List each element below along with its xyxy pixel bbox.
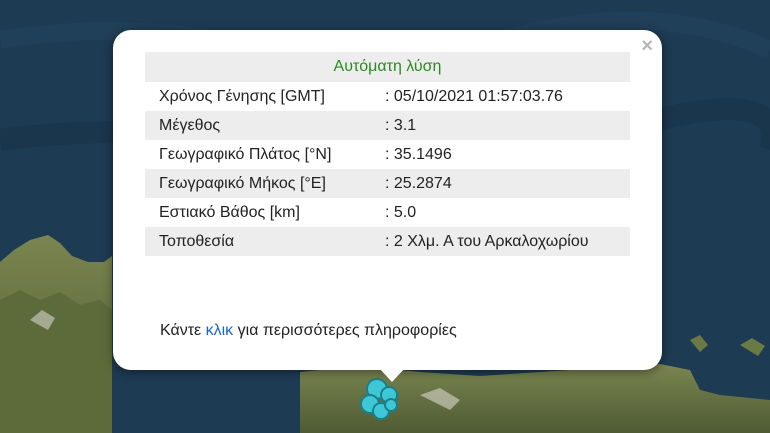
footer-suffix: για περισσότερες πληροφορίες [233,322,457,339]
popup-pointer [379,368,405,382]
table-row: Τοποθεσία : 2 Χλμ. Α του Αρκαλοχωρίου [145,227,630,256]
table-row: Γεωγραφικό Πλάτος [°N] : 35.1496 [145,140,630,169]
origin-time-value: : 05/10/2021 01:57:03.76 [385,88,563,105]
more-info-text: Κάντε κλικ για περισσότερες πληροφορίες [160,321,457,341]
earthquake-marker-icon[interactable] [384,398,398,412]
table-row: Γεωγραφικό Μήκος [°E] : 25.2874 [145,169,630,198]
table-row: Μέγεθος : 3.1 [145,111,630,140]
more-info-link[interactable]: κλικ [206,322,234,339]
magnitude-label: Μέγεθος [145,111,373,140]
earthquake-details-table: Αυτόματη λύση Χρόνος Γένησης [GMT] : 05/… [145,52,630,256]
table-row: Εστιακό Βάθος [km] : 5.0 [145,198,630,227]
popup-title: Αυτόματη λύση [145,52,630,82]
table-row: Χρόνος Γένησης [GMT] : 05/10/2021 01:57:… [145,82,630,111]
depth-value: : 5.0 [385,204,417,221]
close-icon[interactable]: × [641,36,653,56]
popup-title-row: Αυτόματη λύση [145,52,630,82]
longitude-label: Γεωγραφικό Μήκος [°E] [145,169,373,198]
magnitude-value: : 3.1 [373,111,630,140]
latitude-value: : 35.1496 [385,146,452,163]
latitude-label: Γεωγραφικό Πλάτος [°N] [159,146,332,163]
location-value: : 2 Χλμ. Α του Αρκαλοχωρίου [373,227,630,256]
footer-prefix: Κάντε [160,322,206,339]
depth-label: Εστιακό Βάθος [km] [159,204,300,221]
earthquake-info-popup: × Αυτόματη λύση Χρόνος Γένησης [GMT] : 0… [113,30,662,370]
location-label: Τοποθεσία [145,227,373,256]
origin-time-label: Χρόνος Γένησης [GMT] [159,88,325,105]
longitude-value: : 25.2874 [373,169,630,198]
